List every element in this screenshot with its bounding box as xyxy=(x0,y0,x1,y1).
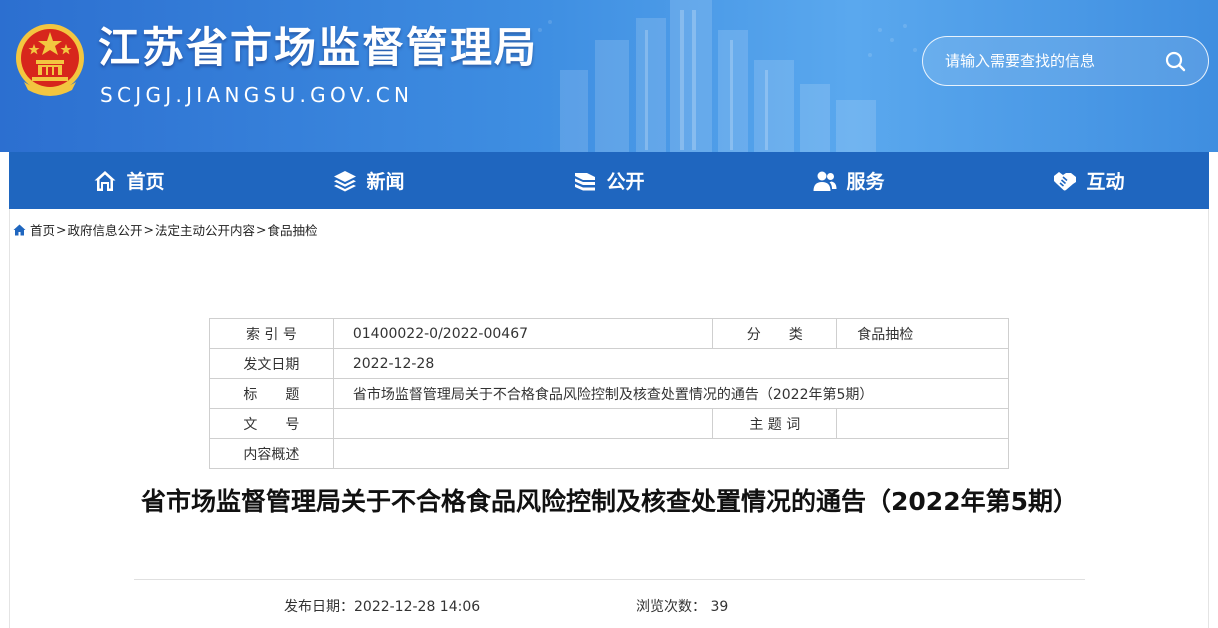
publish-date: 发布日期：2022-12-28 14:06 xyxy=(284,596,480,616)
doc-number-value xyxy=(332,408,714,439)
nav-item-label: 首页 xyxy=(126,171,165,193)
publish-date-value: 2022-12-28 14:06 xyxy=(354,599,481,615)
summary-label: 内容概述 xyxy=(209,438,334,469)
nav-item-home[interactable]: 首页 xyxy=(9,152,249,209)
summary-value xyxy=(332,438,1010,469)
stack-icon xyxy=(575,172,596,190)
home-icon xyxy=(94,170,116,191)
index-number-label: 索 引 号 xyxy=(209,318,334,349)
breadcrumb-home-icon xyxy=(13,224,26,235)
nav-item-news[interactable]: 新闻 xyxy=(249,152,489,209)
nav-item-open[interactable]: 公开 xyxy=(489,152,729,209)
view-count-label: 浏览次数： xyxy=(636,599,706,615)
category-value: 食品抽检 xyxy=(836,318,1009,349)
index-number-value: 01400022-0/2022-00467 xyxy=(332,318,714,349)
table-row: 内容概述 xyxy=(209,438,1010,469)
view-count: 浏览次数： 39 xyxy=(636,596,728,616)
site-title: 江苏省市场监督管理局 xyxy=(98,23,539,72)
title-divider xyxy=(134,579,1085,580)
page-border-right xyxy=(1208,209,1209,628)
view-count-value: 39 xyxy=(710,599,729,615)
keywords-value xyxy=(836,408,1009,439)
category-label: 分 类 xyxy=(712,318,838,349)
layers-icon xyxy=(334,170,357,191)
breadcrumb-separator: > xyxy=(143,222,154,237)
nav-item-label: 公开 xyxy=(606,171,645,193)
nav-item-interact[interactable]: 互动 xyxy=(969,152,1209,209)
site-domain: SCJGJ.JIANGSU.GOV.CN xyxy=(100,83,414,107)
main-nav: 首页 新闻 公开 服务 互动 xyxy=(9,152,1209,209)
nav-item-label: 互动 xyxy=(1086,171,1125,193)
search-input[interactable] xyxy=(945,48,1165,74)
users-icon xyxy=(813,171,837,191)
search-box xyxy=(922,36,1209,86)
nav-item-label: 服务 xyxy=(846,171,885,193)
table-row: 标 题 省市场监督管理局关于不合格食品风险控制及核查处置情况的通告（2022年第… xyxy=(209,378,1010,409)
table-row: 发文日期 2022-12-28 xyxy=(209,348,1010,379)
breadcrumb-link-statutory[interactable]: 法定主动公开内容 xyxy=(155,220,255,239)
nav-item-label: 新闻 xyxy=(366,171,405,193)
national-emblem-icon xyxy=(16,24,84,96)
nav-item-service[interactable]: 服务 xyxy=(729,152,969,209)
publish-date-label: 发布日期： xyxy=(284,599,354,615)
breadcrumb-separator: > xyxy=(256,222,267,237)
doc-title-value: 省市场监督管理局关于不合格食品风险控制及核查处置情况的通告（2022年第5期） xyxy=(332,378,1010,409)
issue-date-label: 发文日期 xyxy=(209,348,334,379)
site-header: 江苏省市场监督管理局 SCJGJ.JIANGSU.GOV.CN xyxy=(0,0,1218,152)
breadcrumb-link-food-inspection[interactable]: 食品抽检 xyxy=(268,220,318,239)
doc-title-label: 标 题 xyxy=(209,378,334,409)
document-meta-table: 索 引 号 01400022-0/2022-00467 分 类 食品抽检 发文日… xyxy=(209,318,1010,469)
breadcrumb-link-gov-info[interactable]: 政府信息公开 xyxy=(68,220,143,239)
table-row: 文 号 主 题 词 xyxy=(209,408,1009,439)
search-icon[interactable] xyxy=(1163,49,1189,75)
article-title: 省市场监督管理局关于不合格食品风险控制及核查处置情况的通告（2022年第5期） xyxy=(141,487,1078,516)
breadcrumb-link-home[interactable]: 首页 xyxy=(30,220,55,239)
doc-number-label: 文 号 xyxy=(209,408,334,439)
city-skyline-decoration xyxy=(530,0,917,152)
page-border-left xyxy=(9,209,10,628)
issue-date-value: 2022-12-28 xyxy=(332,348,1010,379)
breadcrumb: 首页 > 政府信息公开 > 法定主动公开内容 > 食品抽检 xyxy=(13,220,318,239)
keywords-label: 主 题 词 xyxy=(712,408,838,439)
handshake-icon xyxy=(1054,171,1077,190)
table-row: 索 引 号 01400022-0/2022-00467 分 类 食品抽检 xyxy=(209,318,1009,349)
breadcrumb-separator: > xyxy=(56,222,67,237)
